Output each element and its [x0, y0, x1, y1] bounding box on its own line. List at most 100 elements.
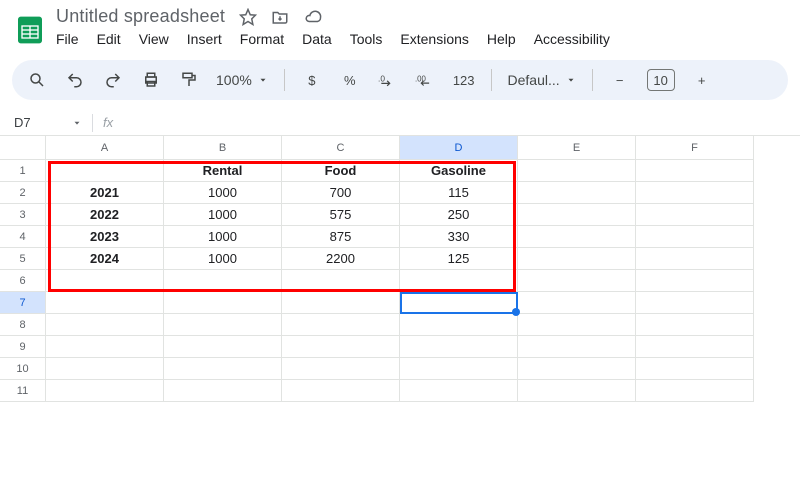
- cell-A1[interactable]: [46, 160, 164, 182]
- cell-E11[interactable]: [518, 380, 636, 402]
- cell-E1[interactable]: [518, 160, 636, 182]
- menu-format[interactable]: Format: [240, 31, 284, 47]
- cell-B2[interactable]: 1000: [164, 182, 282, 204]
- cell-D2[interactable]: 115: [400, 182, 518, 204]
- currency-button[interactable]: $: [301, 69, 323, 91]
- menu-help[interactable]: Help: [487, 31, 516, 47]
- cloud-status-icon[interactable]: [303, 8, 323, 26]
- cell-D5[interactable]: 125: [400, 248, 518, 270]
- cell-E5[interactable]: [518, 248, 636, 270]
- cell-E2[interactable]: [518, 182, 636, 204]
- cell-E10[interactable]: [518, 358, 636, 380]
- col-header-E[interactable]: E: [518, 136, 636, 160]
- col-header-D[interactable]: D: [400, 136, 518, 160]
- zoom-select[interactable]: 100%: [216, 72, 268, 88]
- font-size-input[interactable]: 10: [647, 69, 675, 91]
- col-header-A[interactable]: A: [46, 136, 164, 160]
- cell-A3[interactable]: 2022: [46, 204, 164, 226]
- cell-D11[interactable]: [400, 380, 518, 402]
- row-header-5[interactable]: 5: [0, 248, 46, 270]
- cell-C9[interactable]: [282, 336, 400, 358]
- cell-A5[interactable]: 2024: [46, 248, 164, 270]
- cell-B10[interactable]: [164, 358, 282, 380]
- doc-title[interactable]: Untitled spreadsheet: [56, 6, 225, 27]
- cell-F1[interactable]: [636, 160, 754, 182]
- sheets-logo[interactable]: [10, 10, 50, 50]
- cell-B11[interactable]: [164, 380, 282, 402]
- cell-A8[interactable]: [46, 314, 164, 336]
- cell-C3[interactable]: 575: [282, 204, 400, 226]
- row-header-9[interactable]: 9: [0, 336, 46, 358]
- percent-button[interactable]: %: [339, 69, 361, 91]
- cell-C8[interactable]: [282, 314, 400, 336]
- cell-D3[interactable]: 250: [400, 204, 518, 226]
- cell-E6[interactable]: [518, 270, 636, 292]
- cell-F10[interactable]: [636, 358, 754, 380]
- cell-D7[interactable]: [400, 292, 518, 314]
- row-header-1[interactable]: 1: [0, 160, 46, 182]
- increase-decimal-button[interactable]: .00: [415, 69, 437, 91]
- menu-file[interactable]: File: [56, 31, 79, 47]
- font-size-increase[interactable]: +: [691, 69, 713, 91]
- cell-D1[interactable]: Gasoline: [400, 160, 518, 182]
- menu-data[interactable]: Data: [302, 31, 332, 47]
- move-folder-icon[interactable]: [271, 8, 289, 26]
- cell-C4[interactable]: 875: [282, 226, 400, 248]
- cell-B6[interactable]: [164, 270, 282, 292]
- redo-icon[interactable]: [102, 69, 124, 91]
- cell-F4[interactable]: [636, 226, 754, 248]
- cell-C10[interactable]: [282, 358, 400, 380]
- cell-B7[interactable]: [164, 292, 282, 314]
- decrease-decimal-button[interactable]: .0: [377, 69, 399, 91]
- cell-C1[interactable]: Food: [282, 160, 400, 182]
- select-all-corner[interactable]: [0, 136, 46, 160]
- cell-B3[interactable]: 1000: [164, 204, 282, 226]
- star-icon[interactable]: [239, 8, 257, 26]
- cell-C5[interactable]: 2200: [282, 248, 400, 270]
- menu-tools[interactable]: Tools: [350, 31, 383, 47]
- col-header-B[interactable]: B: [164, 136, 282, 160]
- search-icon[interactable]: [26, 69, 48, 91]
- cell-A2[interactable]: 2021: [46, 182, 164, 204]
- cell-B5[interactable]: 1000: [164, 248, 282, 270]
- cell-E7[interactable]: [518, 292, 636, 314]
- cell-C7[interactable]: [282, 292, 400, 314]
- col-header-C[interactable]: C: [282, 136, 400, 160]
- cell-C2[interactable]: 700: [282, 182, 400, 204]
- cell-A4[interactable]: 2023: [46, 226, 164, 248]
- cell-F6[interactable]: [636, 270, 754, 292]
- cell-A11[interactable]: [46, 380, 164, 402]
- row-header-8[interactable]: 8: [0, 314, 46, 336]
- spreadsheet-grid[interactable]: A B C D E F 1 Rental Food Gasoline 2 202…: [0, 136, 800, 402]
- font-family-select[interactable]: Defaul...: [508, 72, 576, 88]
- cell-B1[interactable]: Rental: [164, 160, 282, 182]
- row-header-7[interactable]: 7: [0, 292, 46, 314]
- name-box[interactable]: D7: [8, 115, 68, 130]
- print-icon[interactable]: [140, 69, 162, 91]
- row-header-10[interactable]: 10: [0, 358, 46, 380]
- name-box-dropdown-icon[interactable]: [72, 118, 82, 128]
- cell-B8[interactable]: [164, 314, 282, 336]
- col-header-F[interactable]: F: [636, 136, 754, 160]
- cell-E9[interactable]: [518, 336, 636, 358]
- cell-B9[interactable]: [164, 336, 282, 358]
- cell-F7[interactable]: [636, 292, 754, 314]
- format-123-button[interactable]: 123: [453, 69, 475, 91]
- row-header-4[interactable]: 4: [0, 226, 46, 248]
- cell-F2[interactable]: [636, 182, 754, 204]
- row-header-6[interactable]: 6: [0, 270, 46, 292]
- menu-insert[interactable]: Insert: [187, 31, 222, 47]
- row-header-3[interactable]: 3: [0, 204, 46, 226]
- cell-F5[interactable]: [636, 248, 754, 270]
- cell-F8[interactable]: [636, 314, 754, 336]
- undo-icon[interactable]: [64, 69, 86, 91]
- cell-C6[interactable]: [282, 270, 400, 292]
- paint-format-icon[interactable]: [178, 69, 200, 91]
- cell-D10[interactable]: [400, 358, 518, 380]
- cell-F11[interactable]: [636, 380, 754, 402]
- menu-extensions[interactable]: Extensions: [400, 31, 468, 47]
- cell-E3[interactable]: [518, 204, 636, 226]
- cell-D6[interactable]: [400, 270, 518, 292]
- cell-D4[interactable]: 330: [400, 226, 518, 248]
- cell-D8[interactable]: [400, 314, 518, 336]
